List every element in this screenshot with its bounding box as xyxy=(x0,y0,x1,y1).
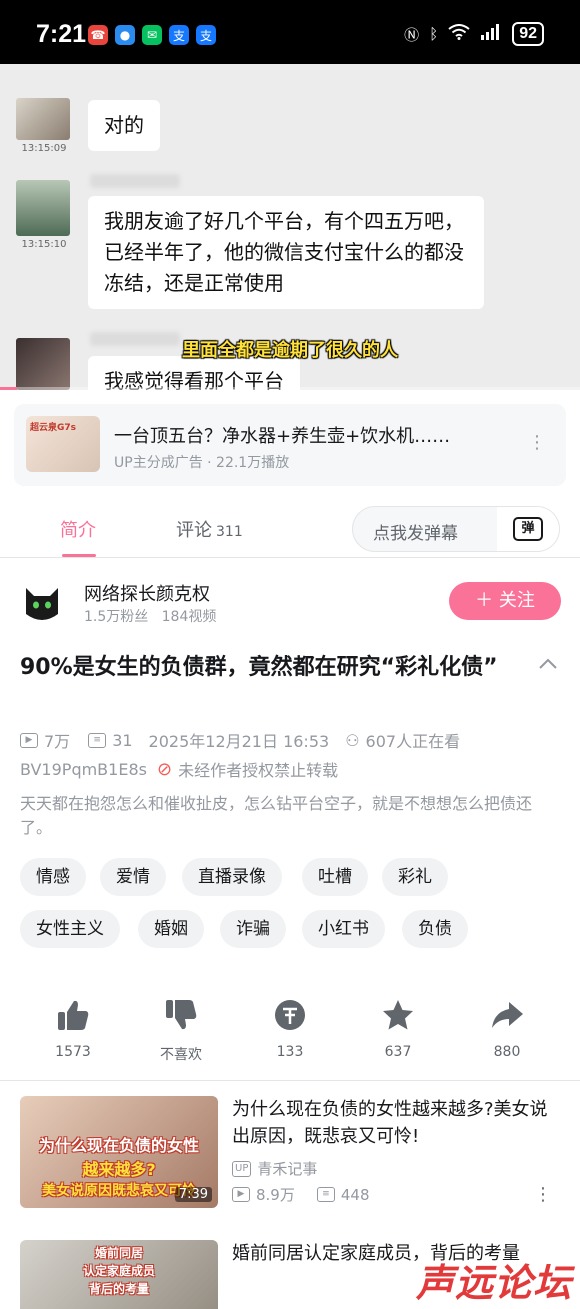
tab-intro[interactable]: 简介 xyxy=(60,516,96,542)
recommended-video[interactable]: 为什么现在负债的女性 越来越多? 美女说原因既悲哀又可怜 7:39 为什么现在负… xyxy=(20,1096,560,1210)
danmaku-count-icon: ≡ xyxy=(88,732,107,748)
watching-icon: ⚇ xyxy=(345,730,360,750)
video-meta: ▶ 7万 ≡ 31 2025年12月21日 16:53 ⚇ 607人正在看 xyxy=(20,728,460,752)
video-description: 天天都在抱怨怎么和催收扯皮，怎么钻平台空子，就是不想想怎么把债还了。 xyxy=(20,794,533,837)
dislike-button[interactable]: 不喜欢 xyxy=(131,998,231,1064)
chevron-up-icon[interactable] xyxy=(538,654,558,675)
ad-card[interactable]: 超云泉G7s 一台顶五台？净水器+养生壶+饮水机…… UP主分成广告 · 22.… xyxy=(14,404,566,486)
uploader-stats: 1.5万粉丝 184视频 xyxy=(84,609,217,625)
no-repost-icon: ⊘ xyxy=(156,758,173,780)
video-duration: 7:39 xyxy=(174,1187,212,1202)
video-player[interactable]: 13:15:09 对的 13:15:10 我朋友逾了好几个平台，有个四五万吧，已… xyxy=(0,64,580,390)
uploader-avatar[interactable] xyxy=(20,580,64,624)
tag[interactable]: 情感 xyxy=(20,858,86,896)
uploader-name[interactable]: 网络探长颜克权 xyxy=(84,580,210,606)
more-options-icon[interactable]: ⋮ xyxy=(534,1184,552,1205)
bvid: BV19PqmB1E8s xyxy=(20,759,147,779)
chat-avatar xyxy=(16,180,70,236)
recommended-stats: ▶ 8.9万 ≡ 448 xyxy=(232,1184,370,1205)
favorite-count: 637 xyxy=(384,1044,412,1060)
danmaku-count-icon: ≡ xyxy=(316,1187,335,1202)
divider xyxy=(0,1080,580,1081)
up-badge: UP xyxy=(232,1160,252,1177)
play-count-icon: ▶ xyxy=(232,1187,250,1202)
watching-count: 607人正在看 xyxy=(365,732,461,751)
video-thumbnail: 为什么现在负债的女性 越来越多? 美女说原因既悲哀又可怜 7:39 xyxy=(20,1096,218,1208)
bluetooth-icon: ᛒ xyxy=(429,25,439,43)
chat-message: 13:15:09 xyxy=(16,98,72,154)
view-count: 7万 xyxy=(44,732,71,751)
chat-bubble: 对的 xyxy=(88,100,160,151)
danmu-icon: 弹 xyxy=(513,517,543,541)
system-status: Ⓝ ᛒ 92 xyxy=(404,22,544,46)
share-button[interactable]: 880 xyxy=(457,998,557,1060)
tag[interactable]: 负债 xyxy=(402,910,468,948)
comments-count: 311 xyxy=(216,524,243,540)
nfc-icon: Ⓝ xyxy=(404,25,420,44)
tag[interactable]: 爱情 xyxy=(100,858,166,896)
dislike-label: 不喜欢 xyxy=(160,1047,202,1063)
tag[interactable]: 彩礼 xyxy=(382,858,448,896)
play-count-icon: ▶ xyxy=(20,732,38,748)
favorite-button[interactable]: 637 xyxy=(348,998,448,1060)
tab-indicator xyxy=(62,554,96,557)
share-count: 880 xyxy=(493,1044,521,1060)
publish-date: 2025年12月21日 16:53 xyxy=(148,732,330,751)
danmaku-count: 31 xyxy=(112,730,133,750)
signal-icon xyxy=(480,24,502,44)
coin-icon xyxy=(275,1000,305,1030)
more-options-icon[interactable]: ⋮ xyxy=(528,432,546,453)
tag[interactable]: 女性主义 xyxy=(20,910,120,948)
video-progress-bar[interactable] xyxy=(0,387,580,390)
thumbs-up-icon xyxy=(58,1000,89,1030)
like-button[interactable]: 1573 xyxy=(23,998,123,1060)
chat-message: 13:15:10 xyxy=(16,180,72,250)
video-title: 90%是女生的负债群，竟然都在研究“彩礼化债” xyxy=(20,655,498,680)
status-bar: 7:21 ☎ ● ✉ 支 支 Ⓝ ᛒ 92 xyxy=(0,0,580,64)
danmu-input[interactable]: 点我发弹幕 弹 xyxy=(352,506,560,552)
cat-avatar-icon xyxy=(26,588,58,620)
coin-count: 133 xyxy=(276,1044,304,1060)
notification-icons: ☎ ● ✉ 支 支 xyxy=(88,25,216,45)
like-count: 1573 xyxy=(55,1044,91,1060)
wechat-app-icon: ✉ xyxy=(142,25,162,45)
tag[interactable]: 婚姻 xyxy=(138,910,204,948)
star-icon xyxy=(383,1000,413,1030)
copyright-notice: 未经作者授权禁止转载 xyxy=(178,761,339,780)
tag[interactable]: 诈骗 xyxy=(220,910,286,948)
tab-comments[interactable]: 评论 311 xyxy=(176,516,243,542)
follow-button[interactable]: ＋ 关注 xyxy=(449,582,561,620)
video-meta-2: BV19PqmB1E8s ⊘ 未经作者授权禁止转载 xyxy=(20,757,338,781)
tag[interactable]: 小红书 xyxy=(302,910,385,948)
coin-button[interactable]: 133 xyxy=(240,998,340,1060)
message-app-icon: ● xyxy=(115,25,135,45)
tag[interactable]: 吐槽 xyxy=(302,858,368,896)
danmu-placeholder: 点我发弹幕 xyxy=(373,524,458,544)
danmu-toggle-button[interactable]: 弹 xyxy=(497,507,559,551)
status-time: 7:21 xyxy=(36,20,87,48)
alipay-app-icon: 支 xyxy=(169,25,189,45)
battery-indicator: 92 xyxy=(512,22,544,46)
chat-avatar xyxy=(16,98,70,140)
recommended-uploader: UP 青禾记事 xyxy=(232,1158,317,1179)
forum-watermark: 声远论坛 xyxy=(415,1261,572,1305)
recommended-title: 为什么现在负债的女性越来越多?美女说出原因，既悲哀又可怜! xyxy=(232,1099,548,1147)
thumbs-down-icon xyxy=(166,1000,197,1030)
wifi-icon xyxy=(448,24,470,44)
chat-bubble: 我朋友逾了好几个平台，有个四五万吧，已经半年了，他的微信支付宝什么的都没冻结，还… xyxy=(88,196,484,309)
share-icon xyxy=(492,1002,523,1028)
video-progress-fill xyxy=(0,387,18,390)
ad-subtitle: UP主分成广告 · 22.1万播放 xyxy=(114,455,290,471)
video-subtitle: 里面全都是逾期了很久的人 xyxy=(182,340,398,361)
ad-thumbnail: 超云泉G7s xyxy=(26,416,100,472)
ad-title: 一台顶五台？净水器+养生壶+饮水机…… xyxy=(114,426,451,447)
tag[interactable]: 直播录像 xyxy=(182,858,282,896)
alarm-app-icon: ☎ xyxy=(88,25,108,45)
alipay-app-icon: 支 xyxy=(196,25,216,45)
video-thumbnail: 婚前同居 认定家庭成员 背后的考量 xyxy=(20,1240,218,1309)
